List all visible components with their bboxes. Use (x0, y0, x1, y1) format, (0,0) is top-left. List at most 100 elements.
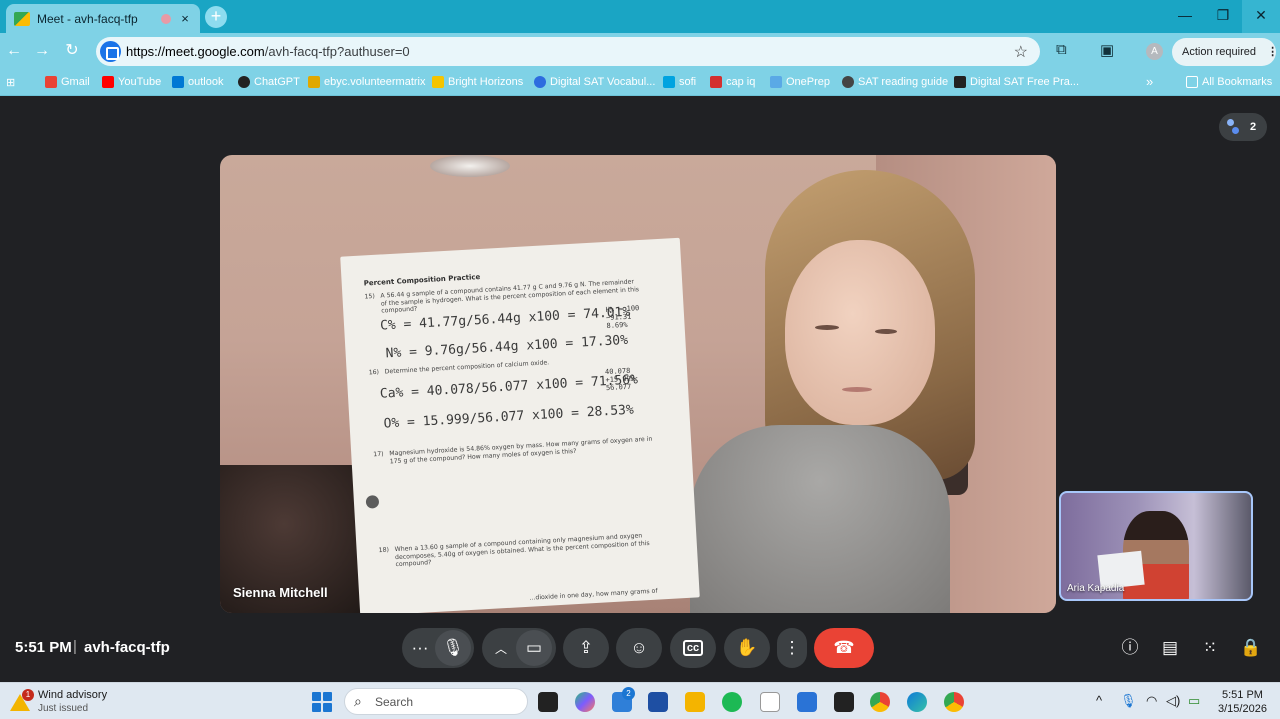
self-view-tile[interactable]: Aria Kapadia (1059, 491, 1253, 601)
bookmark-chatgpt[interactable]: ChatGPT (238, 76, 300, 88)
bookmark-bright-horizons[interactable]: Bright Horizons (432, 76, 523, 88)
leave-call-button[interactable]: ☎ (814, 628, 874, 668)
clock-time[interactable]: 5:51 PM (1222, 689, 1263, 701)
bookmark-capiq[interactable]: cap iq (710, 76, 755, 88)
bookmark-label: Digital SAT Vocabul... (550, 76, 656, 88)
q15-number: 15) (364, 292, 375, 301)
bookmark-outlook[interactable]: outlook (172, 76, 223, 88)
worksheet-title: Percent Composition Practice (363, 272, 481, 288)
new-tab-button[interactable]: + (205, 6, 227, 28)
raise-hand-button[interactable]: ✋ (724, 628, 770, 668)
taskbar-search[interactable]: ⌕ Search (344, 688, 528, 715)
outlook-icon (172, 76, 184, 88)
tab-search-icon[interactable]: ▣ (1100, 41, 1114, 59)
ebyc-icon (308, 76, 320, 88)
q17-text: Magnesium hydroxide is 54.86% oxygen by … (389, 435, 653, 465)
tray-microphone-icon[interactable]: 🎙 (1120, 693, 1137, 709)
chandelier (430, 155, 510, 177)
bookmark-label: ChatGPT (254, 76, 300, 88)
epic-games-icon[interactable] (834, 692, 854, 712)
video-options-icon[interactable]: ︿ (486, 640, 516, 657)
microphone-icon: 🎙 (442, 638, 464, 657)
bookmark-ebyc[interactable]: ebyc.volunteermatrix (308, 76, 426, 88)
bookmark-gmail[interactable]: Gmail (45, 76, 90, 88)
address-bar[interactable]: https://meet.google.com/avh-facq-tfp?aut… (96, 37, 1040, 66)
action-required-button[interactable]: Action required ⋮ (1172, 38, 1278, 66)
document-icon[interactable] (760, 692, 780, 712)
url-text: https://meet.google.com/avh-facq-tfp?aut… (126, 44, 410, 59)
weather-warning-icon[interactable]: 1 (10, 689, 34, 711)
bookmark-youtube[interactable]: YouTube (102, 76, 161, 88)
reload-icon[interactable]: ↻ (60, 40, 84, 64)
search-icon: ⌕ (354, 693, 362, 709)
bookmark-sat-reading[interactable]: SAT reading guide (842, 76, 948, 88)
bookmarks-bar: ⊞ Gmail YouTube outlook ChatGPT ebyc.vol… (0, 70, 1280, 96)
bookmark-label: ebyc.volunteermatrix (324, 76, 426, 88)
present-button[interactable]: ⇪ (563, 628, 609, 668)
file-explorer-icon[interactable] (685, 692, 705, 712)
tab-close-button[interactable]: × (178, 11, 192, 26)
clock-date[interactable]: 3/15/2026 (1218, 703, 1267, 715)
handwriting-ca: Ca% = 40.078/56.077 x100 = 71.56% (379, 372, 639, 402)
bookmark-sat-free-practice[interactable]: Digital SAT Free Pra... (954, 76, 1079, 88)
search-placeholder: Search (375, 695, 414, 709)
participant-count: 2 (1250, 121, 1257, 133)
close-window-button[interactable]: ✕ (1242, 0, 1280, 33)
audio-options-icon[interactable]: ··· (405, 638, 435, 658)
meeting-info-icon[interactable]: ⓘ (1118, 636, 1142, 660)
activities-grid-icon[interactable]: ⁙ (1198, 636, 1222, 660)
reactions-button[interactable]: ☺ (616, 628, 662, 668)
bookmarks-overflow-icon[interactable]: » (1146, 74, 1153, 89)
handwriting-o: O% = 15.999/56.077 x100 = 28.53% (383, 402, 635, 432)
chrome-profile-icon[interactable] (944, 692, 964, 712)
chrome-icon[interactable] (870, 692, 890, 712)
all-bookmarks[interactable]: All Bookmarks (1186, 76, 1272, 88)
start-windows-icon[interactable] (312, 692, 332, 712)
volume-icon[interactable]: ◁) (1166, 693, 1180, 709)
bookmark-sofi[interactable]: sofi (663, 76, 696, 88)
host-controls-lock-icon[interactable]: 🔒 (1239, 636, 1263, 660)
bookmark-label: sofi (679, 76, 697, 88)
bookmark-sat-vocab[interactable]: Digital SAT Vocabul... (534, 76, 655, 88)
chat-icon[interactable]: ▤ (1158, 636, 1182, 660)
camera-icon: ▭ (525, 638, 543, 657)
recording-indicator-icon (161, 13, 171, 24)
spotify-icon[interactable] (722, 692, 742, 712)
bookmark-label: cap iq (726, 76, 756, 88)
site-info-icon[interactable] (100, 41, 121, 62)
wifi-icon[interactable]: ◠ (1146, 693, 1157, 709)
apps-grid-icon[interactable]: ⊞ (6, 76, 15, 89)
main-video-tile[interactable]: Percent Composition Practice 15) A 56.44… (220, 155, 1056, 613)
back-icon[interactable]: ← (2, 40, 26, 64)
bookmark-oneprep[interactable]: OnePrep (770, 76, 830, 88)
captions-button[interactable]: cc (670, 628, 716, 668)
camera-button[interactable]: ▭ (516, 630, 552, 666)
tab-meet[interactable]: Meet - avh-facq-tfp × (6, 4, 200, 33)
mic-button[interactable]: 🎙 (435, 630, 471, 666)
restore-button[interactable]: ❐ (1204, 0, 1242, 33)
profile-avatar[interactable]: A (1146, 43, 1163, 60)
bookmark-label: Digital SAT Free Pra... (970, 76, 1080, 88)
store-icon[interactable] (648, 692, 668, 712)
weather-title[interactable]: Wind advisory (38, 689, 107, 701)
capiq-icon (710, 76, 722, 88)
url-host: https://meet.google.com (126, 44, 265, 59)
forward-icon[interactable]: → (30, 40, 54, 64)
copilot-icon[interactable] (575, 692, 595, 712)
meeting-code: avh-facq-tfp (84, 639, 170, 656)
extensions-icon[interactable]: ⧉ (1056, 41, 1067, 58)
more-options-button[interactable]: ⋮ (777, 628, 807, 668)
battery-icon[interactable]: ▭ (1188, 693, 1200, 709)
hole-punch (365, 495, 380, 509)
action-menu-icon[interactable]: ⋮ (1267, 46, 1278, 58)
bookmark-star-icon[interactable]: ☆ (1014, 42, 1028, 62)
bookmark-label: SAT reading guide (858, 76, 949, 88)
notepad-icon[interactable] (797, 692, 817, 712)
camera-control-group: ︿ ▭ (482, 628, 556, 668)
task-view-icon[interactable] (538, 692, 558, 712)
participant-body (690, 425, 950, 613)
participants-chip[interactable]: 2 (1219, 113, 1267, 141)
edge-icon[interactable] (907, 692, 927, 712)
minimize-button[interactable]: — (1166, 0, 1204, 33)
tray-chevron-icon[interactable]: ^ (1096, 693, 1102, 708)
